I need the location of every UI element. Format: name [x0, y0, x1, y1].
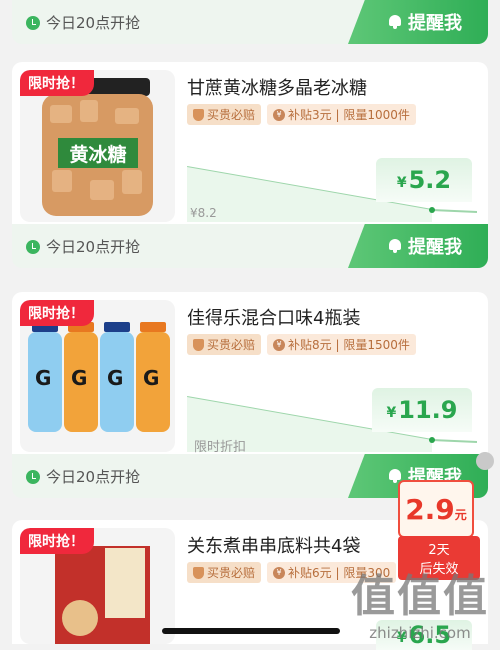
home-indicator[interactable]: [162, 628, 340, 634]
svg-text:G: G: [107, 366, 123, 390]
flash-sale-tag: 限时抢！: [20, 300, 94, 326]
bell-icon: [388, 238, 402, 254]
current-price: ¥ 5.2: [376, 158, 472, 202]
product-title[interactable]: 佳得乐混合口味4瓶装: [187, 304, 360, 330]
start-time: 今日20点开抢: [26, 12, 140, 33]
svg-text:G: G: [143, 366, 159, 390]
remind-button[interactable]: 提醒我: [348, 224, 488, 268]
bell-icon: [388, 14, 402, 30]
product-image[interactable]: 限时抢！ GGGG: [20, 300, 175, 452]
original-price: 限时折扣: [194, 440, 247, 455]
close-icon[interactable]: [476, 452, 494, 470]
product-card[interactable]: 限时抢！ 黄冰糖 甘蔗黄冰糖多晶老冰糖 买贵必赔 ¥ 补贴3元 | 限量1000…: [12, 62, 488, 224]
current-price: ¥ 11.9: [372, 388, 472, 432]
subsidy-tag: ¥ 补贴3元 | 限量1000件: [267, 104, 416, 125]
start-time: 今日20点开抢: [26, 466, 140, 487]
jar-label: 黄冰糖: [69, 143, 127, 166]
guarantee-tag: 买贵必赔: [187, 334, 262, 355]
clock-icon: [26, 239, 40, 254]
svg-text:G: G: [71, 366, 87, 390]
yen-icon: ¥: [273, 108, 286, 121]
subsidy-tag: ¥ 补贴8元 | 限量1500件: [267, 334, 416, 355]
watermark-url: zhizhizhi.com: [369, 624, 471, 642]
clock-icon: [26, 469, 40, 484]
shield-icon: [193, 338, 204, 351]
yen-icon: ¥: [273, 566, 286, 579]
clock-icon: [26, 15, 40, 30]
start-time: 今日20点开抢: [26, 236, 140, 257]
product-image[interactable]: 限时抢！: [20, 528, 175, 644]
item-footer: 今日20点开抢 提醒我: [12, 0, 488, 44]
remind-button[interactable]: 提醒我: [348, 0, 488, 44]
guarantee-tag: 买贵必赔: [187, 104, 262, 125]
flash-sale-tag: 限时抢！: [20, 70, 94, 96]
product-title[interactable]: 关东煮串串底料共4袋: [187, 532, 360, 558]
svg-text:G: G: [35, 366, 51, 390]
watermark-logo: 值值值: [351, 571, 489, 622]
yen-icon: ¥: [273, 338, 286, 351]
watermark: 值值值 zhizhizhi.com: [340, 560, 500, 644]
shield-icon: [193, 108, 204, 121]
item-footer: 今日20点开抢 提醒我: [12, 224, 488, 268]
product-image[interactable]: 限时抢！ 黄冰糖: [20, 70, 175, 222]
floating-coupon[interactable]: 2.9 元: [398, 480, 474, 538]
product-card[interactable]: 限时抢！ GGGG 佳得乐混合口味4瓶装 买贵必赔 ¥ 补贴8元 | 限量150…: [12, 292, 488, 455]
original-price: ¥8.2: [190, 206, 217, 220]
shield-icon: [193, 566, 204, 579]
flash-sale-tag: 限时抢！: [20, 528, 94, 554]
guarantee-tag: 买贵必赔: [187, 562, 262, 583]
product-title[interactable]: 甘蔗黄冰糖多晶老冰糖: [187, 74, 367, 100]
